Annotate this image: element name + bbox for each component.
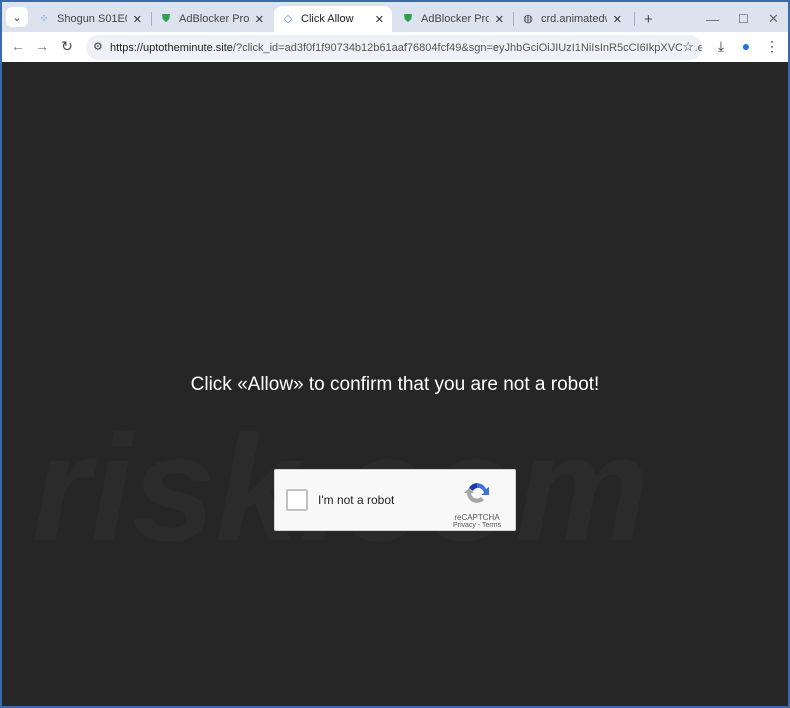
plus-icon: + — [644, 10, 653, 28]
tab-bar: ⌄ ⁘Shogun S01E01.mp✕ ⛊AdBlocker Professi… — [2, 2, 788, 32]
recaptcha-brand: reCAPTCHA — [454, 513, 500, 522]
page-content: risk.com Click «Allow» to confirm that y… — [2, 62, 788, 706]
forward-icon[interactable]: → — [33, 38, 51, 54]
loading-icon: ⁘ — [39, 13, 49, 25]
recaptcha-widget: I'm not a robot reCAPTCHA Privacy - Term… — [274, 469, 516, 531]
menu-icon[interactable]: ⋮ — [763, 38, 781, 55]
tab-4[interactable]: ◍crd.animatedwebw✕ — [514, 6, 630, 32]
toolbar: ← → ↻ ⚙ https://uptotheminute.site/?clic… — [2, 32, 788, 62]
tab-0[interactable]: ⁘Shogun S01E01.mp✕ — [30, 6, 150, 32]
close-window-button[interactable]: ✕ — [760, 6, 787, 32]
minimize-button[interactable]: — — [698, 6, 727, 32]
address-bar[interactable]: ⚙ https://uptotheminute.site/?click_id=a… — [86, 35, 702, 60]
page-message: Click «Allow» to confirm that you are no… — [190, 374, 600, 395]
page-icon: ◇ — [283, 13, 293, 25]
close-icon[interactable]: ✕ — [133, 13, 142, 26]
maximize-button[interactable]: ☐ — [730, 6, 757, 32]
close-icon: ✕ — [768, 11, 779, 26]
tab-1[interactable]: ⛊AdBlocker Professi✕ — [152, 6, 272, 32]
recaptcha-checkbox[interactable] — [286, 489, 308, 511]
recaptcha-logo-icon — [464, 483, 489, 503]
new-tab-button[interactable]: + — [636, 6, 661, 32]
close-icon[interactable]: ✕ — [375, 13, 384, 26]
tab-3[interactable]: ⛊AdBlocker Professi✕ — [394, 6, 512, 32]
download-icon[interactable]: ⤓ — [712, 38, 730, 55]
star-icon[interactable]: ☆ — [682, 39, 694, 55]
shield-icon: ⛊ — [403, 13, 413, 25]
close-icon[interactable]: ✕ — [495, 13, 504, 26]
minimize-icon: — — [706, 11, 719, 27]
browser-window: ⌄ ⁘Shogun S01E01.mp✕ ⛊AdBlocker Professi… — [2, 2, 788, 706]
tab-search-button[interactable]: ⌄ — [6, 7, 28, 27]
recaptcha-label: I'm not a robot — [318, 493, 395, 507]
site-settings-icon[interactable]: ⚙ — [93, 40, 103, 53]
close-icon[interactable]: ✕ — [613, 13, 622, 26]
maximize-icon: ☐ — [738, 12, 749, 26]
profile-avatar[interactable]: ● — [737, 38, 755, 54]
recaptcha-privacy-terms-link[interactable]: Privacy - Terms — [447, 522, 507, 529]
reload-icon[interactable]: ↻ — [58, 38, 76, 55]
tab-2-active[interactable]: ◇ Click Allow ✕ — [274, 6, 392, 32]
shield-icon: ⛊ — [161, 13, 171, 25]
close-icon[interactable]: ✕ — [255, 13, 264, 26]
globe-icon: ◍ — [523, 13, 533, 25]
back-icon[interactable]: ← — [9, 38, 27, 54]
chevron-down-icon: ⌄ — [12, 11, 22, 24]
